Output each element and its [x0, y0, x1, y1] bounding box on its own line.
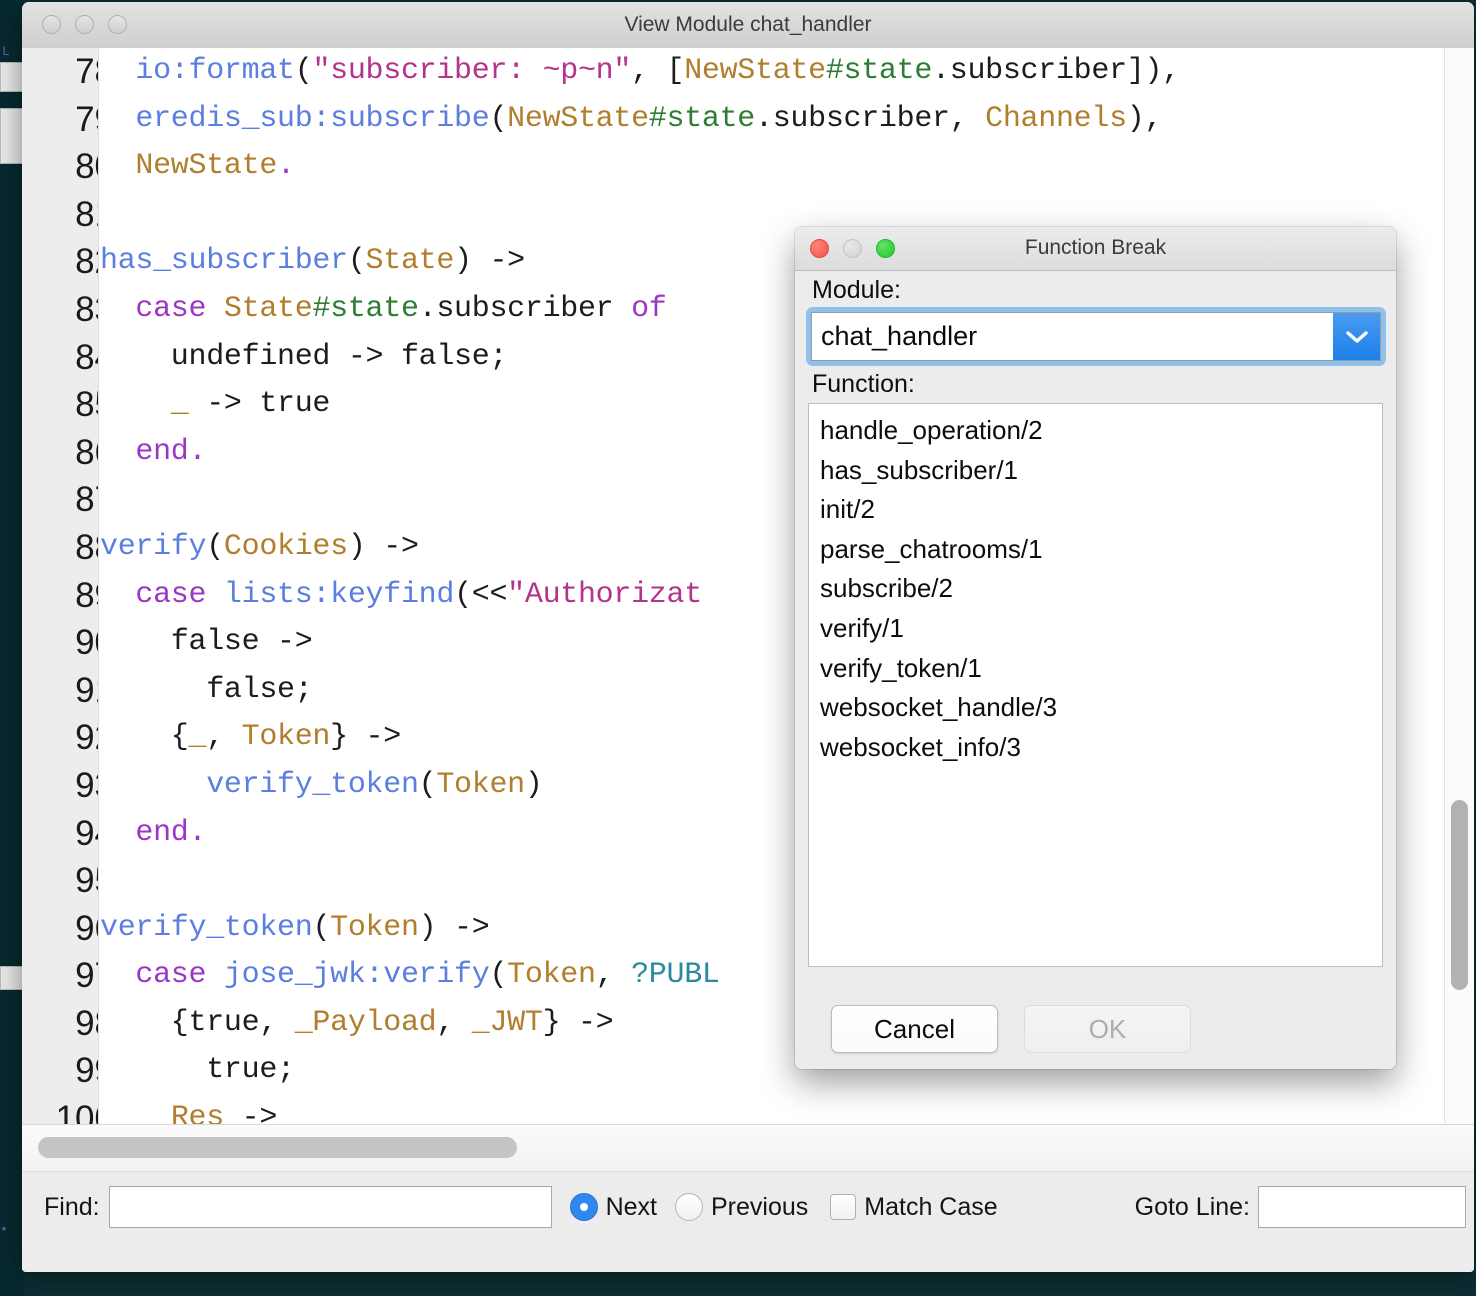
line-number: 91 — [75, 670, 98, 710]
list-item[interactable]: websocket_handle/3 — [809, 687, 1382, 727]
list-item[interactable]: has_subscriber/1 — [809, 450, 1382, 490]
background-glyph-2: • — [0, 1222, 8, 1237]
line-number: 99 — [75, 1051, 98, 1091]
desktop-left-edge — [0, 0, 24, 1296]
checkbox-match-case-indicator[interactable] — [830, 1194, 857, 1220]
radio-previous[interactable]: Previous — [675, 1193, 808, 1222]
line-number: 93 — [75, 765, 98, 805]
line-number: 94 — [75, 813, 98, 853]
line-number: 78 — [75, 52, 98, 91]
code-line: NewState. — [135, 149, 295, 184]
list-item[interactable]: websocket_info/3 — [809, 727, 1382, 767]
code-line: Res -> — [170, 1101, 278, 1126]
line-number: 88 — [75, 527, 98, 567]
list-item[interactable]: parse_chatrooms/1 — [809, 529, 1382, 569]
find-label: Find: — [44, 1192, 100, 1221]
list-item[interactable]: verify/1 — [809, 608, 1382, 648]
background-glyph-1: L — [2, 44, 10, 59]
find-toolbar: Find: Next Previous Match Case Goto Line… — [22, 1171, 1474, 1272]
line-number: 90 — [75, 623, 98, 663]
line-number-gutter: 78 79 80 81 82 83 84 85 86 87 88 89 90 91 92 93 94 95 96 97… — [22, 48, 99, 1126]
goto-line-label: Goto Line: — [1134, 1192, 1250, 1221]
line-number: 96 — [75, 908, 98, 948]
line-number: 89 — [75, 575, 98, 615]
checkbox-match-case[interactable]: Match Case — [830, 1192, 998, 1222]
vertical-scrollbar-thumb[interactable] — [1451, 800, 1468, 990]
dialog-body: Module: chat_handler Function: handle_op… — [795, 270, 1396, 1069]
list-item[interactable]: init/2 — [809, 489, 1382, 529]
line-number: 92 — [75, 718, 98, 758]
search-input[interactable] — [108, 1186, 552, 1228]
radio-next-label: Next — [605, 1192, 657, 1221]
line-number: 80 — [75, 147, 98, 187]
function-break-dialog: Function Break Module: chat_handler Func… — [795, 227, 1396, 1069]
code-line: eredis_sub:subscribe(NewState#state.subs… — [135, 101, 1163, 136]
module-focus-ring: chat_handler — [806, 307, 1386, 366]
list-item[interactable]: verify_token/1 — [809, 648, 1382, 688]
module-label: Module: — [812, 276, 901, 304]
dialog-title: Function Break — [1024, 236, 1167, 259]
cancel-button[interactable]: Cancel — [831, 1005, 998, 1053]
line-number: 97 — [75, 956, 98, 996]
radio-previous-label: Previous — [711, 1192, 809, 1221]
list-item[interactable]: handle_operation/2 — [809, 410, 1382, 450]
radio-previous-indicator[interactable] — [675, 1193, 703, 1221]
horizontal-scrollbar-thumb[interactable] — [38, 1137, 517, 1158]
vertical-scrollbar[interactable] — [1444, 48, 1474, 1126]
line-number: 79 — [75, 99, 98, 139]
line-number: 83 — [75, 289, 98, 329]
horizontal-scrollbar[interactable] — [22, 1124, 1474, 1172]
code-line: io:format("subscriber: ~p~n", [NewState#… — [135, 54, 1180, 88]
line-number: 81 — [75, 194, 98, 234]
line-number: 98 — [75, 1003, 98, 1043]
line-number: 86 — [75, 432, 98, 472]
goto-line-group: Goto Line: — [1135, 1183, 1466, 1231]
line-number: 82 — [75, 242, 98, 282]
chevron-down-icon[interactable] — [1333, 313, 1380, 360]
radio-next[interactable]: Next — [569, 1192, 657, 1222]
function-listbox[interactable]: handle_operation/2 has_subscriber/1 init/2… — [808, 403, 1383, 967]
line-number: 85 — [75, 385, 98, 425]
module-selected-value[interactable]: chat_handler — [812, 313, 1333, 360]
checkbox-match-case-label: Match Case — [864, 1192, 998, 1221]
line-number: 95 — [75, 861, 98, 901]
ok-button: OK — [1024, 1005, 1191, 1053]
window-titlebar[interactable]: View Module chat_handler — [22, 2, 1474, 49]
function-label: Function: — [812, 370, 915, 398]
goto-line-input[interactable] — [1258, 1186, 1466, 1228]
module-combobox[interactable]: chat_handler — [811, 312, 1381, 361]
dialog-titlebar[interactable]: Function Break — [795, 227, 1396, 271]
line-number: 100 — [55, 1099, 98, 1126]
list-item[interactable]: subscribe/2 — [809, 568, 1382, 608]
radio-next-indicator[interactable] — [569, 1193, 598, 1221]
line-number: 84 — [75, 337, 98, 377]
line-number: 87 — [75, 480, 98, 520]
dialog-button-row: Cancel OK — [795, 999, 1396, 1059]
window-title: View Module chat_handler — [624, 13, 872, 36]
